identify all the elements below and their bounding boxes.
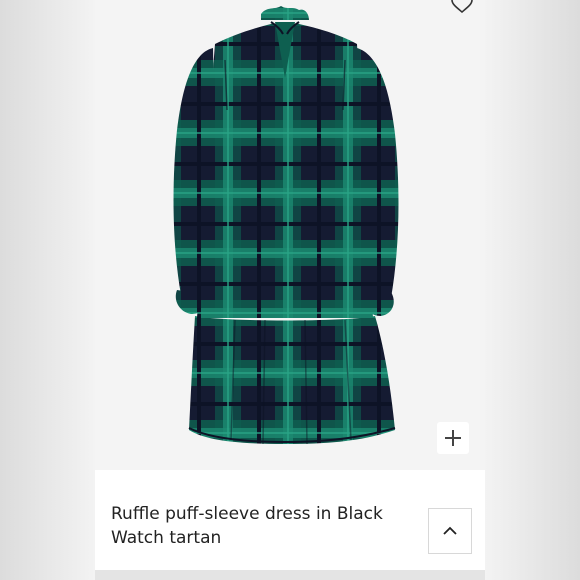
plus-icon: [445, 430, 461, 446]
zoom-button[interactable]: [437, 422, 469, 454]
heart-outline-icon: [451, 0, 473, 14]
collapse-button[interactable]: [428, 508, 472, 554]
dress-image: [173, 6, 399, 445]
product-info-panel: Ruffle puff-sleeve dress in Black Watch …: [95, 470, 485, 570]
chevron-up-icon: [443, 526, 457, 535]
left-backdrop: [0, 0, 95, 580]
product-image[interactable]: [95, 0, 485, 470]
product-title: Ruffle puff-sleeve dress in Black Watch …: [111, 504, 383, 548]
favorite-button[interactable]: [450, 0, 474, 14]
product-card: Ruffle puff-sleeve dress in Black Watch …: [95, 0, 485, 580]
right-backdrop: [485, 0, 580, 580]
next-section-edge: [95, 570, 485, 580]
